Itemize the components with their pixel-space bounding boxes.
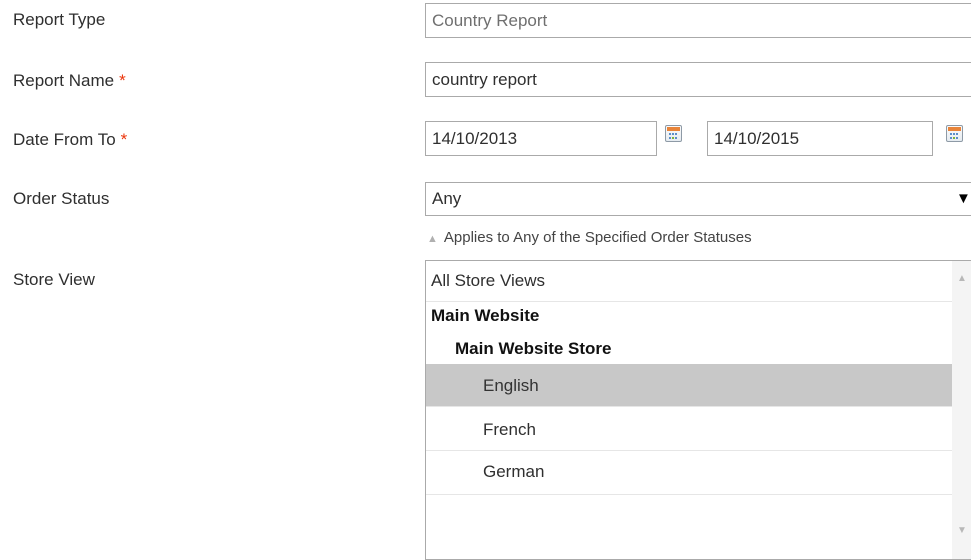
chevron-down-icon[interactable]: ▼ [956,190,971,207]
date-range-label: Date From To * [13,130,127,150]
calendar-icon-from[interactable] [665,125,682,142]
required-asterisk: * [119,71,126,90]
report-type-label: Report Type [13,10,106,29]
required-asterisk: * [120,130,128,149]
order-status-note: ▲ Applies to Any of the Specified Order S… [427,229,752,246]
calendar-icon-to[interactable] [946,125,963,142]
store-view-listbox[interactable]: All Store Views Main Website Main Websit… [425,260,971,560]
store-view-group-website: Main Website [431,306,540,325]
report-name-input[interactable]: country report [425,62,971,97]
store-view-option-german[interactable]: German [426,452,962,495]
date-to-input[interactable]: 14/10/2015 [707,121,933,156]
order-status-label: Order Status [13,189,110,208]
order-status-value: Any [432,189,462,208]
scroll-up-icon[interactable]: ▲ [952,273,971,284]
date-range-label-text: Date From To [13,130,116,149]
store-view-option-english[interactable]: English [426,364,962,407]
order-status-note-text: Applies to Any of the Specified Order St… [443,229,752,246]
store-view-option-french[interactable]: French [426,408,962,451]
store-view-label: Store View [13,270,95,289]
order-status-select[interactable]: Any [425,182,971,216]
note-triangle-icon: ▲ [427,233,438,245]
report-name-label: Report Name * [13,71,126,91]
report-type-field: Country Report [425,3,971,38]
scroll-down-icon[interactable]: ▼ [952,525,971,536]
date-from-input[interactable]: 14/10/2013 [425,121,657,156]
store-view-option-all[interactable]: All Store Views [426,261,962,302]
store-view-scrollbar[interactable]: ▲ ▼ [952,261,971,559]
store-view-group-store: Main Website Store [455,339,612,358]
report-name-label-text: Report Name [13,71,115,90]
